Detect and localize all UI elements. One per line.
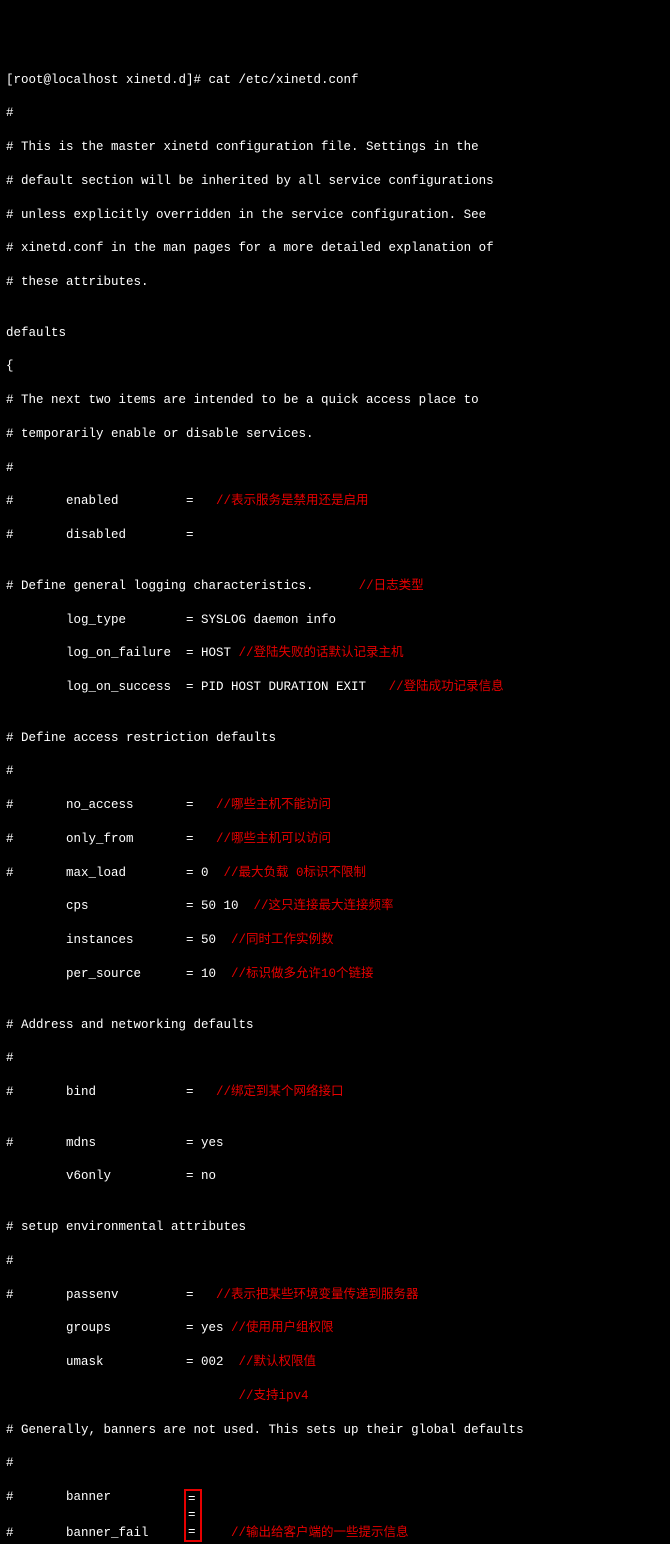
log-on-failure-line: log_on_failure = HOST //登陆失败的话默认记录主机 bbox=[6, 645, 664, 662]
max-load-line: # max_load = 0 //最大负载 0标识不限制 bbox=[6, 865, 664, 882]
annotation: //日志类型 bbox=[314, 579, 424, 593]
annotation: //输出给客户端的一些提示信息 bbox=[201, 1526, 409, 1540]
banner-fail-line: # banner_fail //输出给客户端的一些提示信息 bbox=[6, 1525, 664, 1542]
cfg-text: instances = 50 bbox=[6, 933, 224, 947]
annotation: //绑定到某个网络接口 bbox=[194, 1085, 344, 1099]
defaults-keyword: defaults bbox=[6, 325, 664, 342]
cfg-line: # bbox=[6, 105, 664, 122]
cfg-text: # no_access = bbox=[6, 798, 194, 812]
umask-line: umask = 002 //默认权限值 bbox=[6, 1354, 664, 1371]
annotation: //这只连接最大连接频率 bbox=[246, 899, 394, 913]
box-eq: = bbox=[188, 1507, 196, 1523]
cfg-text: log_on_success = PID HOST DURATION EXIT bbox=[6, 680, 374, 694]
log-type-line: log_type = SYSLOG daemon info bbox=[6, 612, 664, 629]
cfg-line: # This is the master xinetd configuratio… bbox=[6, 139, 664, 156]
ipv4-annotation: //支持ipv4 bbox=[6, 1388, 664, 1405]
annotation: //最大负载 0标识不限制 bbox=[216, 866, 366, 880]
groups-line: groups = yes //使用用户组权限 bbox=[6, 1320, 664, 1337]
cfg-line: # bbox=[6, 460, 664, 477]
cfg-text: # banner bbox=[6, 1490, 186, 1504]
cfg-line: # unless explicitly overridden in the se… bbox=[6, 207, 664, 224]
cfg-line: # temporarily enable or disable services… bbox=[6, 426, 664, 443]
logging-header: # Define general logging characteristics… bbox=[6, 578, 664, 595]
env-header: # setup environmental attributes bbox=[6, 1219, 664, 1236]
cfg-text: per_source = 10 bbox=[6, 967, 224, 981]
bind-line: # bind = //绑定到某个网络接口 bbox=[6, 1084, 664, 1101]
annotation: //登陆失败的话默认记录主机 bbox=[239, 646, 404, 660]
cfg-text: # only_from = bbox=[6, 832, 194, 846]
open-brace: { bbox=[6, 358, 664, 375]
cfg-line: # default section will be inherited by a… bbox=[6, 173, 664, 190]
cfg-line: # The next two items are intended to be … bbox=[6, 392, 664, 409]
log-on-success-line: log_on_success = PID HOST DURATION EXIT … bbox=[6, 679, 664, 696]
shell-prompt-line: [root@localhost xinetd.d]# cat /etc/xine… bbox=[6, 72, 664, 89]
annotation: //标识做多允许10个链接 bbox=[224, 967, 374, 981]
cps-line: cps = 50 10 //这只连接最大连接频率 bbox=[6, 898, 664, 915]
no-access-line: # no_access = //哪些主机不能访问 bbox=[6, 797, 664, 814]
cfg-line: # bbox=[6, 1050, 664, 1067]
cfg-text: # Define general logging characteristics… bbox=[6, 579, 314, 593]
cfg-text: # enabled = bbox=[6, 494, 194, 508]
v6only-line: v6only = no bbox=[6, 1168, 664, 1185]
annotation: //默认权限值 bbox=[231, 1355, 316, 1369]
cfg-text: umask = 002 bbox=[6, 1355, 231, 1369]
cfg-text: cps = 50 10 bbox=[6, 899, 246, 913]
passenv-line: # passenv = //表示把某些环境变量传递到服务器 bbox=[6, 1287, 664, 1304]
banners-header: # Generally, banners are not used. This … bbox=[6, 1422, 664, 1439]
cfg-line: # bbox=[6, 1455, 664, 1472]
enabled-line: # enabled = //表示服务是禁用还是启用 bbox=[6, 493, 664, 510]
annotation: //使用用户组权限 bbox=[231, 1321, 334, 1335]
annotation: //表示服务是禁用还是启用 bbox=[194, 494, 369, 508]
per-source-line: per_source = 10 //标识做多允许10个链接 bbox=[6, 966, 664, 983]
annotation: //表示把某些环境变量传递到服务器 bbox=[194, 1288, 419, 1302]
annotation: //登陆成功记录信息 bbox=[374, 680, 504, 694]
annotation: //哪些主机可以访问 bbox=[194, 832, 332, 846]
access-header: # Define access restriction defaults bbox=[6, 730, 664, 747]
cfg-line: # bbox=[6, 1253, 664, 1270]
mdns-line: # mdns = yes bbox=[6, 1135, 664, 1152]
cfg-text: # max_load = 0 bbox=[6, 866, 216, 880]
cfg-text: # bind = bbox=[6, 1085, 194, 1099]
cfg-text: groups = yes bbox=[6, 1321, 231, 1335]
cfg-line: # these attributes. bbox=[6, 274, 664, 291]
box-eq: = bbox=[188, 1491, 196, 1507]
disabled-line: # disabled = bbox=[6, 527, 664, 544]
instances-line: instances = 50 //同时工作实例数 bbox=[6, 932, 664, 949]
cfg-line: # xinetd.conf in the man pages for a mor… bbox=[6, 240, 664, 257]
address-header: # Address and networking defaults bbox=[6, 1017, 664, 1034]
annotation: //同时工作实例数 bbox=[224, 933, 334, 947]
only-from-line: # only_from = //哪些主机可以访问 bbox=[6, 831, 664, 848]
cfg-text: # passenv = bbox=[6, 1288, 194, 1302]
annotation: //哪些主机不能访问 bbox=[194, 798, 332, 812]
cfg-text: log_on_failure = HOST bbox=[6, 646, 239, 660]
cfg-text: # banner_fail bbox=[6, 1526, 186, 1540]
